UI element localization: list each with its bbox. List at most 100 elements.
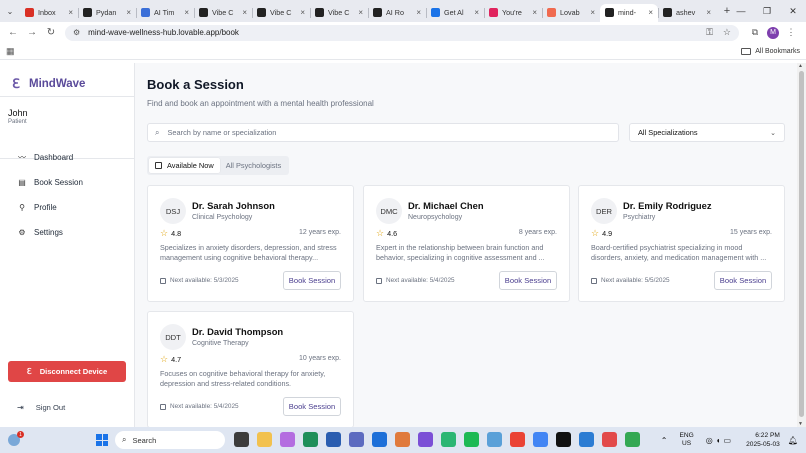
- doctor-description: Board-certified psychiatrist specializin…: [591, 243, 767, 263]
- network-volume-battery-icons[interactable]: ◎◖▭: [706, 436, 734, 445]
- start-button[interactable]: [96, 434, 108, 446]
- app-icon[interactable]: [602, 432, 617, 447]
- chrome-icon[interactable]: [510, 432, 525, 447]
- close-window-button[interactable]: ✕: [780, 0, 806, 22]
- incognito-key-icon[interactable]: ⚿: [706, 27, 713, 38]
- tab-favicon-icon: [199, 8, 208, 17]
- tray-overflow-icon[interactable]: ⌃: [661, 436, 668, 445]
- tab-title: mind-: [618, 8, 636, 17]
- browser-tab[interactable]: Lovab ×: [542, 4, 600, 22]
- browser-tab[interactable]: Inbox ×: [20, 4, 78, 22]
- vscode-icon[interactable]: [579, 432, 594, 447]
- maximize-button[interactable]: ❐: [754, 0, 780, 22]
- search-box[interactable]: ⌕: [147, 123, 619, 142]
- clock[interactable]: 6:22 PM 2025-05-03: [746, 431, 780, 449]
- app-icon[interactable]: [556, 432, 571, 447]
- book-session-button[interactable]: Book Session: [283, 271, 341, 290]
- tab-title: Inbox: [38, 8, 56, 17]
- specialization-select[interactable]: All Specializations ⌄: [629, 123, 785, 142]
- profile-avatar[interactable]: M: [767, 26, 779, 39]
- tab-close-icon[interactable]: ×: [184, 8, 189, 17]
- next-available-text: Next available: 5/5/2025: [601, 277, 670, 284]
- language-indicator[interactable]: ENG US: [679, 432, 693, 448]
- browser-tab[interactable]: AI Ro ×: [368, 4, 426, 22]
- sidebar-item-profile[interactable]: ⚲ Profile: [0, 195, 135, 220]
- extensions-icon[interactable]: ⧉: [747, 25, 763, 41]
- sidebar-item-dashboard[interactable]: 〰 Dashboard: [0, 145, 135, 170]
- scroll-up-arrow-icon[interactable]: ▲: [798, 63, 803, 69]
- browser-tab[interactable]: AI Tim ×: [136, 4, 194, 22]
- app-icon[interactable]: [487, 432, 502, 447]
- chrome-icon[interactable]: [625, 432, 640, 447]
- calendar-icon: [160, 277, 166, 284]
- site-info-icon[interactable]: ⚙: [73, 28, 80, 37]
- spotify-icon[interactable]: [464, 432, 479, 447]
- rating-value: 4.8: [171, 229, 182, 238]
- browser-tab[interactable]: Pydan ×: [78, 4, 136, 22]
- tab-available-now[interactable]: Available Now: [149, 158, 220, 173]
- browser-tab[interactable]: Vibe C ×: [310, 4, 368, 22]
- tab-all-psychologists[interactable]: All Psychologists: [220, 158, 287, 173]
- omnibox[interactable]: ⚙ mind-wave-wellness-hub.lovable.app/boo…: [65, 24, 739, 41]
- reload-button[interactable]: ↻: [44, 26, 58, 40]
- book-session-button[interactable]: Book Session: [283, 397, 341, 416]
- scrollbar-thumb[interactable]: [799, 71, 804, 417]
- tab-close-icon[interactable]: ×: [300, 8, 305, 17]
- browser-tab[interactable]: You're ×: [484, 4, 542, 22]
- tab-close-icon[interactable]: ×: [706, 8, 711, 17]
- taskbar-search[interactable]: ⌕ Search: [115, 431, 225, 449]
- app-icon[interactable]: [395, 432, 410, 447]
- window-controls: — ❐ ✕: [728, 0, 806, 22]
- tab-close-icon[interactable]: ×: [242, 8, 247, 17]
- browser-tab[interactable]: ashev ×: [658, 4, 716, 22]
- tab-close-icon[interactable]: ×: [416, 8, 421, 17]
- browser-tab[interactable]: Vibe C ×: [252, 4, 310, 22]
- forward-button[interactable]: →: [25, 26, 39, 40]
- tab-close-icon[interactable]: ×: [126, 8, 131, 17]
- user-icon: ⚲: [19, 203, 25, 212]
- weather-widget[interactable]: 1: [0, 427, 28, 453]
- weather-badge: 1: [17, 431, 24, 438]
- tab-close-icon[interactable]: ×: [648, 8, 653, 17]
- notification-bell-icon[interactable]: 🔔︎: [788, 436, 798, 445]
- tab-close-icon[interactable]: ×: [68, 8, 73, 17]
- tab-favicon-icon: [257, 8, 266, 17]
- bookmark-star-icon[interactable]: ☆: [723, 27, 731, 38]
- tab-search-icon[interactable]: ⌄: [4, 5, 16, 17]
- experience: 8 years exp.: [518, 229, 557, 236]
- sidebar-item-book-session[interactable]: ▤ Book Session: [0, 170, 135, 195]
- page-scrollbar[interactable]: ▲ ▼: [797, 63, 806, 427]
- tab-close-icon[interactable]: ×: [474, 8, 479, 17]
- app-icon[interactable]: [280, 432, 295, 447]
- calendar-icon: [160, 403, 166, 410]
- search-input[interactable]: [167, 128, 588, 137]
- url-text[interactable]: mind-wave-wellness-hub.lovable.app/book: [88, 28, 696, 37]
- app-icon[interactable]: [418, 432, 433, 447]
- tab-close-icon[interactable]: ×: [590, 8, 595, 17]
- chrome-icon[interactable]: [533, 432, 548, 447]
- disconnect-device-button[interactable]: ℇ Disconnect Device: [8, 361, 126, 382]
- tab-title: ashev: [676, 8, 696, 17]
- task-view-icon[interactable]: [234, 432, 249, 447]
- apps-grid-icon[interactable]: ▦: [6, 46, 15, 57]
- sidebar-item-settings[interactable]: ⚙ Settings: [0, 220, 135, 245]
- edge-icon[interactable]: [303, 432, 318, 447]
- browser-tab[interactable]: mind- ×: [600, 3, 658, 22]
- browser-tab[interactable]: Get Al ×: [426, 4, 484, 22]
- app-icon[interactable]: [441, 432, 456, 447]
- brand[interactable]: ℇ MindWave: [0, 63, 134, 96]
- sign-out-button[interactable]: ⇥ Sign Out: [17, 403, 65, 412]
- book-session-button[interactable]: Book Session: [499, 271, 557, 290]
- menu-icon[interactable]: ⋮: [783, 25, 799, 41]
- app-icon[interactable]: [349, 432, 364, 447]
- back-button[interactable]: ←: [6, 26, 20, 40]
- app-icon[interactable]: [372, 432, 387, 447]
- browser-tab[interactable]: Vibe C ×: [194, 4, 252, 22]
- book-session-button[interactable]: Book Session: [714, 271, 772, 290]
- all-bookmarks-button[interactable]: All Bookmarks: [741, 47, 800, 55]
- app-icon[interactable]: [326, 432, 341, 447]
- file-explorer-icon[interactable]: [257, 432, 272, 447]
- minimize-button[interactable]: —: [728, 0, 754, 22]
- tab-close-icon[interactable]: ×: [358, 8, 363, 17]
- tab-close-icon[interactable]: ×: [532, 8, 537, 17]
